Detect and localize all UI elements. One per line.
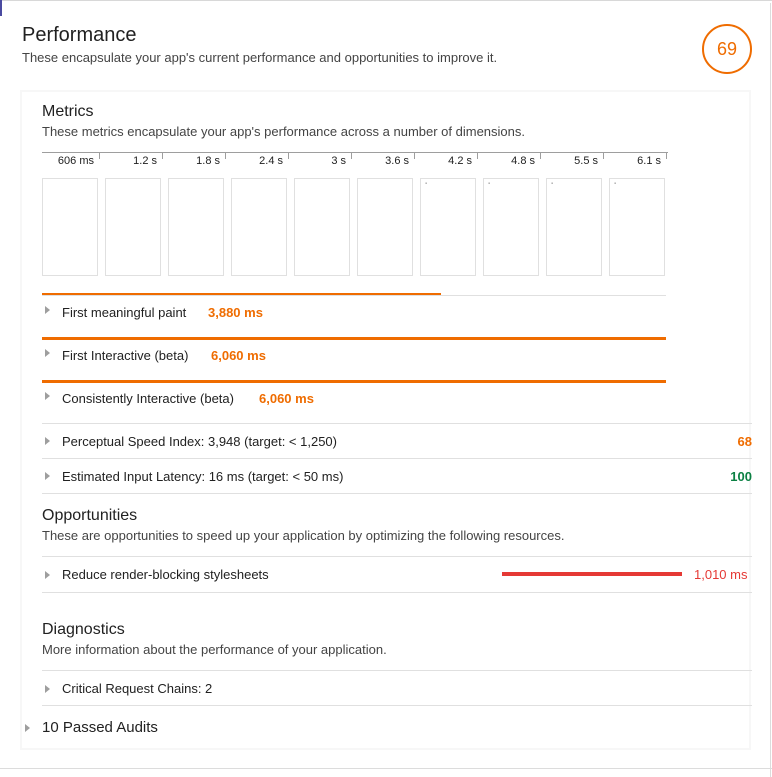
timeline-tick-mark bbox=[288, 153, 289, 159]
timeline-tick-label: 1.2 s bbox=[133, 155, 157, 167]
timeline-tick-mark bbox=[162, 153, 163, 159]
row-divider bbox=[42, 592, 752, 593]
row-divider bbox=[42, 705, 752, 706]
audit-perceptual-speed-index[interactable]: Perceptual Speed Index: 3,948 (target: <… bbox=[62, 434, 337, 449]
timeline-tick-mark bbox=[603, 153, 604, 159]
row-divider bbox=[42, 670, 752, 671]
metric-first-meaningful-paint[interactable]: First meaningful paint bbox=[62, 305, 186, 320]
metric-value: 3,880 ms bbox=[208, 305, 263, 320]
timeline-tick-mark bbox=[540, 153, 541, 159]
diagnostics-subtitle: More information about the performance o… bbox=[42, 642, 387, 657]
timeline-tick-label: 5.5 s bbox=[574, 155, 598, 167]
metric-first-interactive[interactable]: First Interactive (beta) bbox=[62, 348, 188, 363]
audit-score: 100 bbox=[730, 469, 752, 484]
diagnostics-title: Diagnostics bbox=[42, 621, 125, 638]
opportunity-savings-value: 1,010 ms bbox=[694, 567, 748, 582]
opportunities-subtitle: These are opportunities to speed up your… bbox=[42, 528, 565, 543]
opportunity-render-blocking-stylesheets[interactable]: Reduce render-blocking stylesheets bbox=[62, 567, 269, 582]
frame-content-thumbnail: ▪ bbox=[551, 181, 554, 187]
filmstrip-frame bbox=[357, 178, 413, 276]
timeline-tick-mark bbox=[351, 153, 352, 159]
window-bottom-border bbox=[0, 768, 772, 769]
expand-arrow-icon[interactable] bbox=[45, 437, 50, 445]
filmstrip-frame bbox=[231, 178, 287, 276]
filmstrip-frame bbox=[294, 178, 350, 276]
passed-audits-toggle[interactable]: 10 Passed Audits bbox=[42, 719, 158, 736]
timeline-tick-label: 3 s bbox=[331, 155, 346, 167]
frame-content-thumbnail: ▪ bbox=[488, 181, 491, 187]
row-divider bbox=[42, 295, 666, 296]
metric-value: 6,060 ms bbox=[211, 348, 266, 363]
metric-value: 6,060 ms bbox=[259, 391, 314, 406]
expand-arrow-icon[interactable] bbox=[45, 392, 50, 400]
timeline-tick-mark bbox=[666, 153, 667, 159]
filmstrip-timeline bbox=[42, 152, 668, 153]
metrics-subtitle: These metrics encapsulate your app's per… bbox=[42, 124, 525, 139]
filmstrip-frame bbox=[168, 178, 224, 276]
opportunities-title: Opportunities bbox=[42, 507, 138, 524]
expand-arrow-icon[interactable] bbox=[45, 472, 50, 480]
timeline-tick-mark bbox=[99, 153, 100, 159]
expand-arrow-icon[interactable] bbox=[45, 685, 50, 693]
filmstrip-frame: ▪ bbox=[546, 178, 602, 276]
timeline-tick-label: 2.4 s bbox=[259, 155, 283, 167]
frame-content-thumbnail: ▪ bbox=[614, 181, 617, 187]
filmstrip-frame: ▪ bbox=[420, 178, 476, 276]
audit-score: 68 bbox=[737, 434, 752, 449]
metric-timing-bar bbox=[42, 337, 666, 340]
timeline-tick-label: 3.6 s bbox=[385, 155, 409, 167]
timeline-tick-label: 4.8 s bbox=[511, 155, 535, 167]
timeline-tick-mark bbox=[477, 153, 478, 159]
performance-title: Performance bbox=[22, 24, 137, 46]
metrics-title: Metrics bbox=[42, 103, 94, 120]
filmstrip-frame bbox=[42, 178, 98, 276]
expand-arrow-icon[interactable] bbox=[25, 724, 30, 732]
timeline-tick-mark bbox=[225, 153, 226, 159]
row-divider bbox=[42, 423, 752, 424]
diagnostic-critical-request-chains[interactable]: Critical Request Chains: 2 bbox=[62, 681, 212, 696]
performance-subtitle: These encapsulate your app's current per… bbox=[22, 50, 498, 65]
metric-consistently-interactive[interactable]: Consistently Interactive (beta) bbox=[62, 391, 234, 406]
row-divider bbox=[42, 458, 752, 459]
opportunity-savings-bar bbox=[502, 572, 682, 576]
expand-arrow-icon[interactable] bbox=[45, 571, 50, 579]
filmstrip-frame bbox=[105, 178, 161, 276]
audit-estimated-input-latency[interactable]: Estimated Input Latency: 16 ms (target: … bbox=[62, 469, 343, 484]
timeline-tick-label: 6.1 s bbox=[637, 155, 661, 167]
window-top-border bbox=[0, 0, 772, 4]
expand-arrow-icon[interactable] bbox=[45, 349, 50, 357]
metric-timing-bar bbox=[42, 380, 666, 383]
filmstrip-frame: ▪ bbox=[609, 178, 665, 276]
row-divider bbox=[42, 493, 752, 494]
performance-score-gauge: 69 bbox=[702, 24, 752, 74]
timeline-tick-label: 1.8 s bbox=[196, 155, 220, 167]
timeline-tick-mark bbox=[414, 153, 415, 159]
frame-content-thumbnail: ▪ bbox=[425, 181, 428, 187]
filmstrip-frame: ▪ bbox=[483, 178, 539, 276]
timeline-tick-label: 606 ms bbox=[57, 155, 94, 167]
timeline-tick-label: 4.2 s bbox=[448, 155, 472, 167]
window-right-border bbox=[770, 3, 771, 777]
row-divider bbox=[42, 556, 752, 557]
expand-arrow-icon[interactable] bbox=[45, 306, 50, 314]
window-left-edge bbox=[0, 0, 2, 16]
